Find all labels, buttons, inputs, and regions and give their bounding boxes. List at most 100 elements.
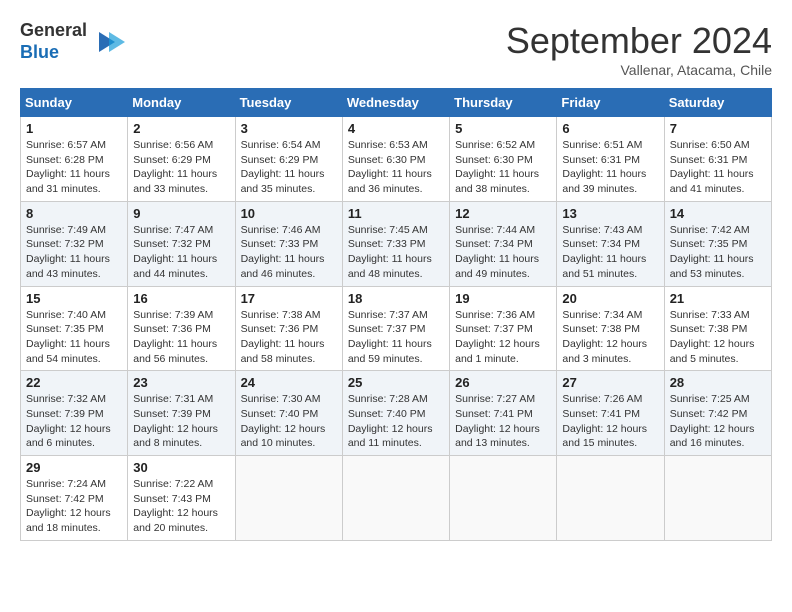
day-number: 20 <box>562 291 658 306</box>
day-number: 16 <box>133 291 229 306</box>
day-number: 25 <box>348 375 444 390</box>
calendar-day-cell: 6 Sunrise: 6:51 AMSunset: 6:31 PMDaylight… <box>557 117 664 202</box>
calendar-day-cell: 9 Sunrise: 7:47 AMSunset: 7:32 PMDaylight… <box>128 201 235 286</box>
day-info: Sunrise: 7:24 AMSunset: 7:42 PMDaylight:… <box>26 477 122 536</box>
day-number: 27 <box>562 375 658 390</box>
calendar-day-cell: 18Sunrise: 7:37 AMSunset: 7:37 PMDayligh… <box>342 286 449 371</box>
calendar-day-cell: 1 Sunrise: 6:57 AMSunset: 6:28 PMDaylight… <box>21 117 128 202</box>
calendar-day-cell: 17 Sunrise: 7:38 AMSunset: 7:36 PMDayligh… <box>235 286 342 371</box>
calendar-day-cell: 12 Sunrise: 7:44 AMSunset: 7:34 PMDayligh… <box>450 201 557 286</box>
calendar-day-cell <box>450 456 557 541</box>
day-number: 13 <box>562 206 658 221</box>
calendar-day-cell: 28 Sunrise: 7:25 AMSunset: 7:42 PMDayligh… <box>664 371 771 456</box>
day-info: Sunrise: 7:46 AMSunset: 7:33 PMDaylight:… <box>241 223 337 282</box>
day-info: Sunrise: 7:43 AMSunset: 7:34 PMDaylight:… <box>562 223 658 282</box>
calendar-day-cell: 2 Sunrise: 6:56 AMSunset: 6:29 PMDaylight… <box>128 117 235 202</box>
day-info: Sunrise: 6:57 AMSunset: 6:28 PMDaylight:… <box>26 138 122 197</box>
day-number: 1 <box>26 121 122 136</box>
calendar-day-cell: 14Sunrise: 7:42 AMSunset: 7:35 PMDayligh… <box>664 201 771 286</box>
day-number: 26 <box>455 375 551 390</box>
day-info: Sunrise: 6:50 AMSunset: 6:31 PMDaylight:… <box>670 138 766 197</box>
day-number: 9 <box>133 206 229 221</box>
calendar-day-cell: 29 Sunrise: 7:24 AMSunset: 7:42 PMDayligh… <box>21 456 128 541</box>
calendar-day-cell: 3Sunrise: 6:54 AMSunset: 6:29 PMDaylight… <box>235 117 342 202</box>
calendar-day-cell: 15 Sunrise: 7:40 AMSunset: 7:35 PMDayligh… <box>21 286 128 371</box>
day-number: 23 <box>133 375 229 390</box>
day-info: Sunrise: 6:51 AMSunset: 6:31 PMDaylight:… <box>562 138 658 197</box>
day-number: 10 <box>241 206 337 221</box>
calendar-day-cell <box>557 456 664 541</box>
weekday-header: Saturday <box>664 89 771 117</box>
day-number: 19 <box>455 291 551 306</box>
calendar-day-cell: 13 Sunrise: 7:43 AMSunset: 7:34 PMDayligh… <box>557 201 664 286</box>
day-number: 2 <box>133 121 229 136</box>
calendar-day-cell: 20 Sunrise: 7:34 AMSunset: 7:38 PMDayligh… <box>557 286 664 371</box>
calendar-week-row: 22 Sunrise: 7:32 AMSunset: 7:39 PMDayligh… <box>21 371 772 456</box>
title-block: September 2024 Vallenar, Atacama, Chile <box>506 20 772 78</box>
day-info: Sunrise: 7:47 AMSunset: 7:32 PMDaylight:… <box>133 223 229 282</box>
logo: General Blue <box>20 20 125 63</box>
day-number: 17 <box>241 291 337 306</box>
logo-general: General <box>20 20 87 40</box>
day-number: 15 <box>26 291 122 306</box>
day-number: 8 <box>26 206 122 221</box>
day-info: Sunrise: 7:34 AMSunset: 7:38 PMDaylight:… <box>562 308 658 367</box>
day-info: Sunrise: 7:42 AMSunset: 7:35 PMDaylight:… <box>670 223 766 282</box>
weekday-header: Friday <box>557 89 664 117</box>
calendar-day-cell: 8Sunrise: 7:49 AMSunset: 7:32 PMDaylight… <box>21 201 128 286</box>
weekday-header: Wednesday <box>342 89 449 117</box>
day-info: Sunrise: 7:26 AMSunset: 7:41 PMDaylight:… <box>562 392 658 451</box>
calendar-week-row: 8Sunrise: 7:49 AMSunset: 7:32 PMDaylight… <box>21 201 772 286</box>
calendar-day-cell: 16Sunrise: 7:39 AMSunset: 7:36 PMDayligh… <box>128 286 235 371</box>
day-info: Sunrise: 7:44 AMSunset: 7:34 PMDaylight:… <box>455 223 551 282</box>
day-info: Sunrise: 7:38 AMSunset: 7:36 PMDaylight:… <box>241 308 337 367</box>
weekday-header: Tuesday <box>235 89 342 117</box>
day-number: 5 <box>455 121 551 136</box>
weekday-header: Sunday <box>21 89 128 117</box>
calendar-day-cell: 25Sunrise: 7:28 AMSunset: 7:40 PMDayligh… <box>342 371 449 456</box>
weekday-header: Monday <box>128 89 235 117</box>
calendar-day-cell: 30Sunrise: 7:22 AMSunset: 7:43 PMDayligh… <box>128 456 235 541</box>
calendar-table: SundayMondayTuesdayWednesdayThursdayFrid… <box>20 88 772 541</box>
day-number: 28 <box>670 375 766 390</box>
calendar-day-cell <box>342 456 449 541</box>
calendar-day-cell: 27 Sunrise: 7:26 AMSunset: 7:41 PMDayligh… <box>557 371 664 456</box>
day-info: Sunrise: 7:30 AMSunset: 7:40 PMDaylight:… <box>241 392 337 451</box>
calendar-day-cell: 26Sunrise: 7:27 AMSunset: 7:41 PMDayligh… <box>450 371 557 456</box>
day-info: Sunrise: 6:56 AMSunset: 6:29 PMDaylight:… <box>133 138 229 197</box>
day-number: 18 <box>348 291 444 306</box>
day-info: Sunrise: 7:32 AMSunset: 7:39 PMDaylight:… <box>26 392 122 451</box>
day-number: 30 <box>133 460 229 475</box>
calendar-week-row: 1 Sunrise: 6:57 AMSunset: 6:28 PMDaylight… <box>21 117 772 202</box>
day-number: 24 <box>241 375 337 390</box>
day-info: Sunrise: 7:45 AMSunset: 7:33 PMDaylight:… <box>348 223 444 282</box>
page-header: General Blue September 2024 Vallenar, At… <box>20 20 772 78</box>
logo-blue: Blue <box>20 42 59 62</box>
day-number: 3 <box>241 121 337 136</box>
calendar-day-cell: 19 Sunrise: 7:36 AMSunset: 7:37 PMDayligh… <box>450 286 557 371</box>
day-info: Sunrise: 7:31 AMSunset: 7:39 PMDaylight:… <box>133 392 229 451</box>
day-number: 4 <box>348 121 444 136</box>
calendar-day-cell: 23 Sunrise: 7:31 AMSunset: 7:39 PMDayligh… <box>128 371 235 456</box>
day-number: 29 <box>26 460 122 475</box>
calendar-header-row: SundayMondayTuesdayWednesdayThursdayFrid… <box>21 89 772 117</box>
calendar-day-cell: 7Sunrise: 6:50 AMSunset: 6:31 PMDaylight… <box>664 117 771 202</box>
calendar-day-cell: 24 Sunrise: 7:30 AMSunset: 7:40 PMDayligh… <box>235 371 342 456</box>
calendar-day-cell: 21Sunrise: 7:33 AMSunset: 7:38 PMDayligh… <box>664 286 771 371</box>
calendar-day-cell <box>235 456 342 541</box>
day-number: 22 <box>26 375 122 390</box>
calendar-day-cell <box>664 456 771 541</box>
day-info: Sunrise: 7:36 AMSunset: 7:37 PMDaylight:… <box>455 308 551 367</box>
calendar-week-row: 29 Sunrise: 7:24 AMSunset: 7:42 PMDayligh… <box>21 456 772 541</box>
day-number: 6 <box>562 121 658 136</box>
day-info: Sunrise: 6:52 AMSunset: 6:30 PMDaylight:… <box>455 138 551 197</box>
day-number: 21 <box>670 291 766 306</box>
calendar-day-cell: 11Sunrise: 7:45 AMSunset: 7:33 PMDayligh… <box>342 201 449 286</box>
logo-icon <box>89 24 125 60</box>
calendar-day-cell: 4Sunrise: 6:53 AMSunset: 6:30 PMDaylight… <box>342 117 449 202</box>
weekday-header: Thursday <box>450 89 557 117</box>
calendar-week-row: 15 Sunrise: 7:40 AMSunset: 7:35 PMDayligh… <box>21 286 772 371</box>
day-number: 12 <box>455 206 551 221</box>
day-info: Sunrise: 7:40 AMSunset: 7:35 PMDaylight:… <box>26 308 122 367</box>
day-info: Sunrise: 7:25 AMSunset: 7:42 PMDaylight:… <box>670 392 766 451</box>
